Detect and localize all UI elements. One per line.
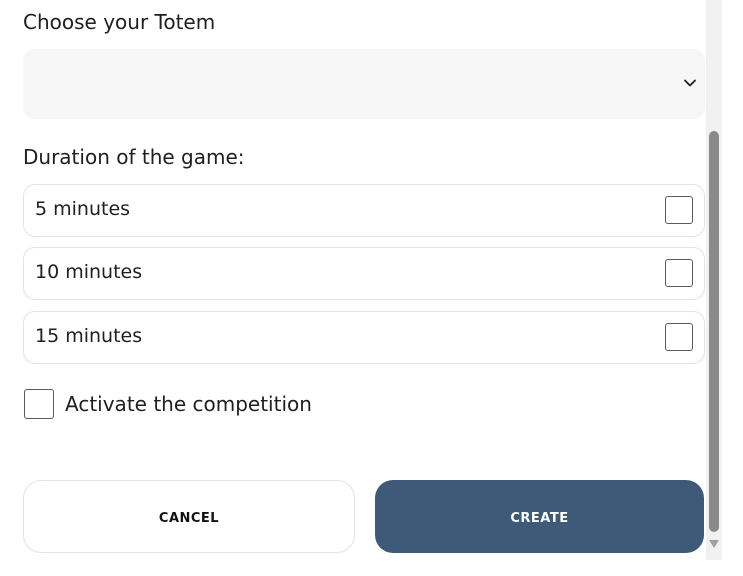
duration-option-checkbox[interactable] <box>665 196 693 224</box>
duration-option-label: 10 minutes <box>35 261 143 283</box>
duration-option-label: 5 minutes <box>35 198 131 220</box>
duration-option-15[interactable]: 15 minutes <box>23 311 705 364</box>
duration-option-checkbox[interactable] <box>665 323 693 351</box>
totem-select[interactable] <box>23 49 705 119</box>
duration-option-label: 15 minutes <box>35 325 143 347</box>
cancel-button[interactable]: Cancel <box>23 480 355 553</box>
scrollbar-thumb[interactable] <box>709 131 719 532</box>
scrollbar[interactable] <box>706 0 722 560</box>
competition-label: Activate the competition <box>65 392 312 416</box>
duration-option-checkbox[interactable] <box>665 259 693 287</box>
scroll-down-arrow-icon[interactable] <box>709 540 719 548</box>
duration-label: Duration of the game: <box>23 145 245 169</box>
totem-label: Choose your Totem <box>23 10 216 34</box>
create-game-form: Choose your Totem Duration of the game: … <box>0 0 743 576</box>
duration-option-5[interactable]: 5 minutes <box>23 184 705 237</box>
create-button[interactable]: Create <box>375 480 704 553</box>
duration-option-10[interactable]: 10 minutes <box>23 247 705 300</box>
chevron-down-icon <box>684 79 696 87</box>
competition-checkbox[interactable] <box>24 389 54 419</box>
